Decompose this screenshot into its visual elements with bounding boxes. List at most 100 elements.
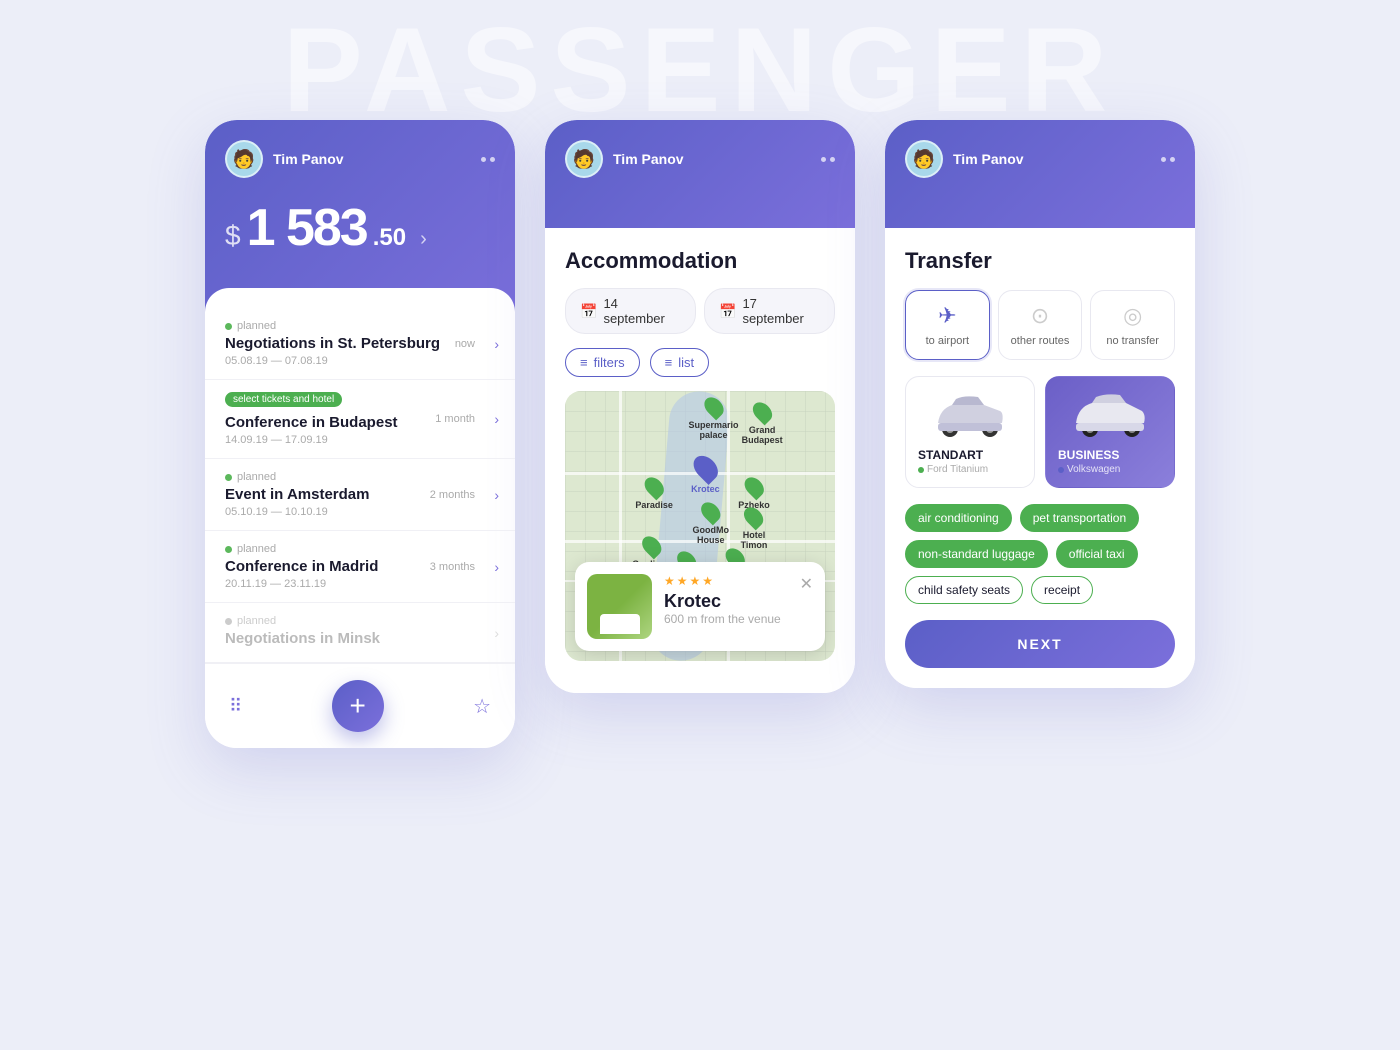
car-option-business[interactable]: BUSINESS Volkswagen [1045,376,1175,488]
trip-item[interactable]: select tickets and hotel Conference in B… [205,380,515,459]
trip-dates: 05.10.19 — 10.10.19 [225,506,495,518]
list-icon: ≡ [665,355,673,370]
hotel-image-placeholder [587,574,652,639]
transfer-option-airport[interactable]: ✈ to airport [905,290,990,360]
date-to-pill[interactable]: 📅 17 september [704,288,835,334]
tag-non-standard-luggage[interactable]: non-standard luggage [905,540,1048,568]
filters-button[interactable]: ≡ filters [565,348,640,377]
business-car-svg [1070,389,1150,437]
balance-arrow[interactable]: › [420,228,427,251]
s1-footer: ⠿ + ☆ [205,663,515,748]
hotel-name: Krotec [664,591,813,612]
screen-2-card: 🧑 Tim Panov Accommodation 📅 14 september… [545,120,855,693]
pin-label: Supermariopalace [688,420,738,440]
star-2: ★ [677,574,688,588]
filter-row: ≡ filters ≡ list [565,348,835,377]
airplane-icon: ✈ [914,303,981,329]
date-to-label: 17 september [742,296,820,326]
trip-status: planned [225,471,495,483]
dot-2 [1170,157,1175,162]
trip-name-faded: Negotiations in Minsk [225,630,495,647]
s1-body: planned Negotiations in St. Petersburg 0… [205,288,515,748]
s3-menu-dots[interactable] [1161,157,1175,162]
trip-item[interactable]: planned Conference in Madrid 20.11.19 — … [205,531,515,603]
transfer-option-other[interactable]: ⊙ other routes [998,290,1083,360]
popup-close-button[interactable]: ✕ [800,574,813,594]
no-transfer-label: no transfer [1099,335,1166,347]
tag-pet-transportation[interactable]: pet transportation [1020,504,1139,532]
standart-car-type: STANDART [918,448,1022,462]
date-from-label: 14 september [603,296,681,326]
date-from-pill[interactable]: 📅 14 september [565,288,696,334]
tag-child-safety-seats[interactable]: child safety seats [905,576,1023,604]
accommodation-title: Accommodation [565,248,835,274]
transfer-option-none[interactable]: ◎ no transfer [1090,290,1175,360]
model-dot-green [918,467,924,473]
map-pin-hotel-timon[interactable]: HotelTimon [741,506,768,550]
hotel-popup: ★ ★ ★ ★ Krotec 600 m from the venue ✕ [575,562,825,651]
s2-menu-dots[interactable] [821,157,835,162]
s1-menu-dots[interactable] [481,157,495,162]
airport-label: to airport [914,335,981,347]
screens-container: 🧑 Tim Panov $ 1 583 .50 › planned [205,120,1195,748]
chevron-icon: › [494,559,499,575]
favorites-icon[interactable]: ☆ [473,694,491,719]
other-routes-label: other routes [1007,335,1074,347]
dot-2 [830,157,835,162]
pin-label: Paradise [635,500,673,510]
map-pin-paradise[interactable]: Paradise [635,476,673,510]
location-icon: ⊙ [1007,303,1074,329]
trip-status: planned [225,615,495,627]
trip-item[interactable]: planned Negotiations in Minsk › [205,603,515,663]
status-dot-gray [225,618,232,625]
s3-header-row: 🧑 Tim Panov [905,140,1175,178]
next-button[interactable]: NEXT [905,620,1175,668]
trip-dates: 14.09.19 — 17.09.19 [225,434,495,446]
business-car-model: Volkswagen [1058,464,1162,475]
s1-avatar: 🧑 [225,140,263,178]
dot-2 [490,157,495,162]
dot-1 [481,157,486,162]
s1-header-row: 🧑 Tim Panov [225,140,495,178]
s2-avatar: 🧑 [565,140,603,178]
trip-status: planned [225,543,495,555]
trip-time: 3 months [430,561,475,573]
no-transfer-icon: ◎ [1099,303,1166,329]
status-text: planned [237,471,276,483]
balance-section: $ 1 583 .50 › [225,198,495,258]
balance-cents: .50 [373,224,406,252]
map-pin-goodmo[interactable]: GoodMoHouse [693,501,730,545]
tag-air-conditioning[interactable]: air conditioning [905,504,1012,532]
business-car-type: BUSINESS [1058,448,1162,462]
trip-time: now [455,338,475,350]
trip-time: 1 month [435,413,475,425]
trip-item[interactable]: planned Negotiations in St. Petersburg 0… [205,308,515,380]
hotel-distance: 600 m from the venue [664,612,813,626]
trip-dates: 20.11.19 — 23.11.19 [225,578,495,590]
calendar-icon: 📅 [719,303,736,320]
model-dot-blue [1058,467,1064,473]
status-dot-green [225,474,232,481]
pin-label: GrandBudapest [742,425,783,445]
s3-header: 🧑 Tim Panov [885,120,1195,228]
trip-item[interactable]: planned Event in Amsterdam 05.10.19 — 10… [205,459,515,531]
map-pin-pzheko[interactable]: Pzheko [738,476,770,510]
star-1: ★ [664,574,675,588]
tag-receipt[interactable]: receipt [1031,576,1093,604]
car-option-standart[interactable]: STANDART Ford Titanium [905,376,1035,488]
map-pin-grand-budapest[interactable]: GrandBudapest [742,401,783,445]
map-pin-krotec[interactable]: Krotec [691,454,720,494]
dot-1 [821,157,826,162]
grid-icon[interactable]: ⠿ [229,696,242,717]
trip-status: select tickets and hotel [225,392,495,411]
map-pin-supermario[interactable]: Supermariopalace [688,396,738,440]
status-text: planned [237,320,276,332]
watermark-text: PASSENGER [0,0,1400,130]
balance-amount: 1 583 [247,198,367,258]
list-button[interactable]: ≡ list [650,348,709,377]
chevron-icon: › [494,625,499,641]
add-trip-button[interactable]: + [332,680,384,732]
pin-label-active: Krotec [691,484,720,494]
trip-time: 2 months [430,489,475,501]
tag-official-taxi[interactable]: official taxi [1056,540,1138,568]
